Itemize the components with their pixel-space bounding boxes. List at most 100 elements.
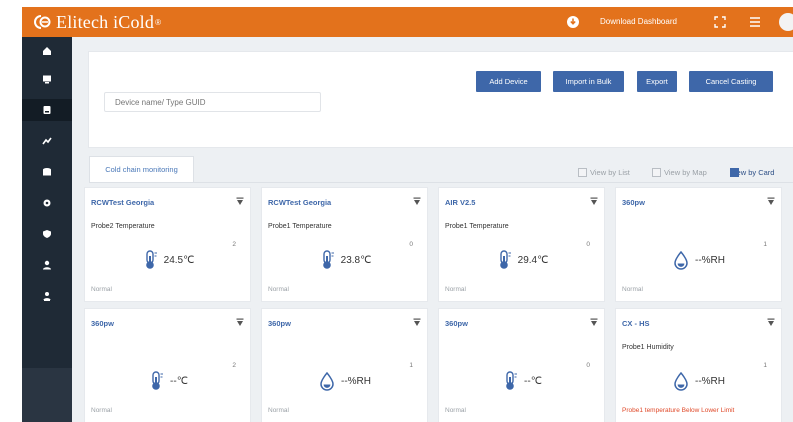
- reading: --%RH: [616, 250, 781, 270]
- status-text: Normal: [445, 407, 466, 414]
- tab-cold-chain-monitoring[interactable]: Cold chain monitoring: [89, 156, 194, 182]
- device-name[interactable]: RCWTest Georgia: [91, 198, 154, 207]
- probe-name: Probe1 Temperature: [445, 223, 509, 230]
- device-name[interactable]: AIR V2.5: [445, 198, 475, 207]
- card-menu-arrow-icon[interactable]: [767, 197, 775, 206]
- probe-name: Probe1 Humidity: [622, 344, 674, 351]
- reading-value: --%RH: [341, 375, 371, 387]
- thermometer-icon: [322, 250, 334, 269]
- thermometer-icon: [506, 371, 518, 390]
- device-name[interactable]: 360pw: [91, 319, 114, 328]
- app-window: Elitech iCold ® Download Dashboard Devic…: [0, 0, 793, 422]
- top-header: Elitech iCold ® Download Dashboard: [22, 7, 793, 37]
- view-by-list-option[interactable]: View by List: [578, 166, 630, 178]
- status-text: Normal: [268, 407, 289, 414]
- status-text: Normal: [91, 407, 112, 414]
- view-by-card-option[interactable]: View by Card: [730, 166, 774, 178]
- brand-name: Elitech iCold: [56, 11, 155, 32]
- sidebar-item-users[interactable]: [22, 285, 72, 307]
- device-name[interactable]: CX - HS: [622, 319, 650, 328]
- device-name[interactable]: 360pw: [268, 319, 291, 328]
- main-content: Add Device Import in Bulk Export Cancel …: [72, 37, 793, 422]
- card-menu-arrow-icon[interactable]: [413, 318, 421, 327]
- card-menu-arrow-icon[interactable]: [236, 197, 244, 206]
- sidebar-item-user[interactable]: [22, 254, 72, 276]
- sidebar-item-chart[interactable]: [22, 130, 72, 152]
- sidebar-footer: [22, 368, 72, 422]
- probe-count: 0: [409, 241, 413, 248]
- elitech-logo-icon: [34, 15, 51, 29]
- device-search-input[interactable]: [104, 92, 321, 112]
- reading: --%RH: [616, 371, 781, 391]
- reading-value: 23.8℃: [340, 254, 372, 266]
- probe-count: 1: [409, 362, 413, 369]
- add-device-button[interactable]: Add Device: [476, 71, 541, 92]
- device-name[interactable]: 360pw: [622, 198, 645, 207]
- humidity-drop-icon: [674, 250, 688, 270]
- device-card[interactable]: AIR V2.5 Probe1 Temperature 0 29.4℃ Normal: [438, 187, 605, 302]
- import-in-bulk-button[interactable]: Import in Bulk: [553, 71, 624, 92]
- status-text: Normal: [268, 286, 289, 293]
- humidity-drop-icon: [320, 371, 334, 391]
- view-by-map-option[interactable]: View by Map: [652, 166, 707, 178]
- device-card[interactable]: RCWTest Georgia Probe1 Temperature 0 23.8℃ N…: [261, 187, 428, 302]
- cancel-casting-button[interactable]: Cancel Casting: [689, 71, 773, 92]
- card-menu-arrow-icon[interactable]: [413, 197, 421, 206]
- status-text: Normal: [445, 286, 466, 293]
- sidebar-item-home[interactable]: [22, 40, 72, 62]
- user-icon: [43, 260, 51, 270]
- view-by-map-label: View by Map: [664, 167, 707, 177]
- chart-icon: [42, 137, 52, 145]
- thermometer-icon: [152, 371, 164, 390]
- probe-count: 1: [763, 362, 767, 369]
- user-avatar[interactable]: [779, 13, 793, 31]
- list-view-icon: [578, 167, 587, 177]
- device-card[interactable]: 360pw 1 --%RH Normal: [615, 187, 782, 302]
- thermometer-icon: [499, 250, 511, 269]
- device-icon: [43, 106, 51, 114]
- menu-toggle-icon[interactable]: [747, 14, 763, 30]
- download-dashboard-button[interactable]: Download Dashboard: [600, 17, 677, 26]
- download-icon[interactable]: [565, 14, 581, 30]
- device-name[interactable]: 360pw: [445, 319, 468, 328]
- reading: 29.4℃: [439, 250, 604, 270]
- device-card[interactable]: 360pw 0 --℃ Normal: [438, 308, 605, 422]
- reading-value: --℃: [524, 375, 542, 387]
- shield-icon: [43, 230, 51, 238]
- sidebar-item-settings[interactable]: [22, 192, 72, 214]
- sidebar-item-monitor[interactable]: [22, 68, 72, 90]
- map-view-icon: [652, 167, 661, 177]
- reading: --%RH: [262, 371, 427, 391]
- monitor-icon: [43, 75, 51, 84]
- users-icon: [43, 292, 51, 301]
- card-menu-arrow-icon[interactable]: [236, 318, 244, 327]
- status-text: Probe1 temperature Below Lower Limit: [622, 407, 735, 414]
- fullscreen-icon[interactable]: [712, 14, 728, 30]
- probe-count: 2: [232, 241, 236, 248]
- card-menu-arrow-icon[interactable]: [590, 197, 598, 206]
- reading-value: --%RH: [695, 254, 725, 266]
- card-menu-arrow-icon[interactable]: [767, 318, 775, 327]
- thermometer-icon: [145, 250, 157, 269]
- brand-logo[interactable]: Elitech iCold ®: [32, 10, 161, 34]
- device-card[interactable]: RCWTest Georgia Probe2 Temperature 2 24.5℃ N…: [84, 187, 251, 302]
- sidebar-item-security[interactable]: [22, 223, 72, 245]
- reading: 24.5℃: [85, 250, 250, 270]
- probe-count: 0: [586, 362, 590, 369]
- reading: --℃: [439, 371, 604, 391]
- device-card[interactable]: 360pw 2 --℃ Normal: [84, 308, 251, 422]
- sidebar-item-device[interactable]: [22, 99, 72, 121]
- probe-count: 0: [586, 241, 590, 248]
- reading-value: --%RH: [695, 375, 725, 387]
- status-text: Normal: [622, 286, 643, 293]
- tab-divider: [89, 182, 793, 183]
- card-menu-arrow-icon[interactable]: [590, 318, 598, 327]
- reading-value: --℃: [170, 375, 188, 387]
- export-button[interactable]: Export: [637, 71, 677, 92]
- device-card[interactable]: 360pw 1 --%RH Normal: [261, 308, 428, 422]
- reading-value: 24.5℃: [163, 254, 195, 266]
- device-card[interactable]: CX - HS Probe1 Humidity 1 --%RH Probe1 tempe…: [615, 308, 782, 422]
- device-name[interactable]: RCWTest Georgia: [268, 198, 331, 207]
- sidebar-item-database[interactable]: [22, 161, 72, 183]
- settings-icon: [43, 199, 51, 207]
